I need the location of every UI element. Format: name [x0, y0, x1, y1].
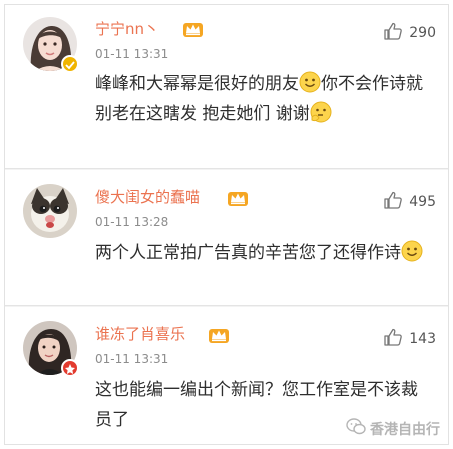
- timestamp: 01-11 13:31: [95, 47, 169, 61]
- comment-item: 宁宁nn丶 01-11 13:31 290 峰峰和大幂幂是很好的朋友 你不会作诗就…: [5, 5, 448, 168]
- like-count: 495: [409, 194, 436, 210]
- timestamp: 01-11 13:28: [95, 215, 169, 229]
- comment-text: 峰峰和大幂幂是很好的朋友 你不会作诗就别老在这瞎发 抱走她们 谢谢: [95, 69, 430, 129]
- thinking-emoji-icon: [310, 101, 332, 123]
- comment-item: 谁冻了肖喜乐 01-11 13:31 143 这也能编一编出个新闻？您工作室是不…: [5, 307, 448, 444]
- like-button[interactable]: 290: [383, 21, 436, 45]
- vip-crown-icon: [182, 20, 204, 38]
- grin-emoji-icon: [299, 71, 321, 93]
- watermark: 香港自由行: [346, 418, 440, 440]
- username[interactable]: 宁宁nn丶: [95, 20, 159, 38]
- comment-text-part: 峰峰和大幂幂是很好的朋友: [95, 74, 299, 94]
- comment-text-part: 两个人正常拍广告真的辛苦您了还得作诗: [95, 243, 401, 263]
- username[interactable]: 傻大闺女的蠢喵: [95, 188, 200, 206]
- comment-item: 傻大闺女的蠢喵 01-11 13:28 495 两个人正常拍广告真的辛苦您了还得…: [5, 170, 448, 305]
- like-count: 290: [409, 25, 436, 41]
- thumbs-up-icon: [383, 21, 403, 45]
- username[interactable]: 谁冻了肖喜乐: [95, 325, 185, 343]
- timestamp: 01-11 13:31: [95, 352, 169, 366]
- thumbs-up-icon: [383, 327, 403, 351]
- vip-crown-icon: [227, 189, 249, 207]
- avatar[interactable]: [23, 184, 77, 238]
- comment-text: 两个人正常拍广告真的辛苦您了还得作诗: [95, 238, 430, 268]
- like-count: 143: [409, 331, 436, 347]
- like-button[interactable]: 495: [383, 190, 436, 214]
- verified-badge-icon: [61, 55, 79, 73]
- thumbs-up-icon: [383, 190, 403, 214]
- watermark-text: 香港自由行: [370, 422, 440, 438]
- comment-list: 宁宁nn丶 01-11 13:31 290 峰峰和大幂幂是很好的朋友 你不会作诗就…: [4, 4, 449, 445]
- vip-badge-icon: [61, 359, 79, 377]
- like-button[interactable]: 143: [383, 327, 436, 351]
- wechat-logo-icon: [346, 418, 366, 440]
- grin-emoji-icon: [401, 240, 423, 262]
- vip-crown-icon: [208, 326, 230, 344]
